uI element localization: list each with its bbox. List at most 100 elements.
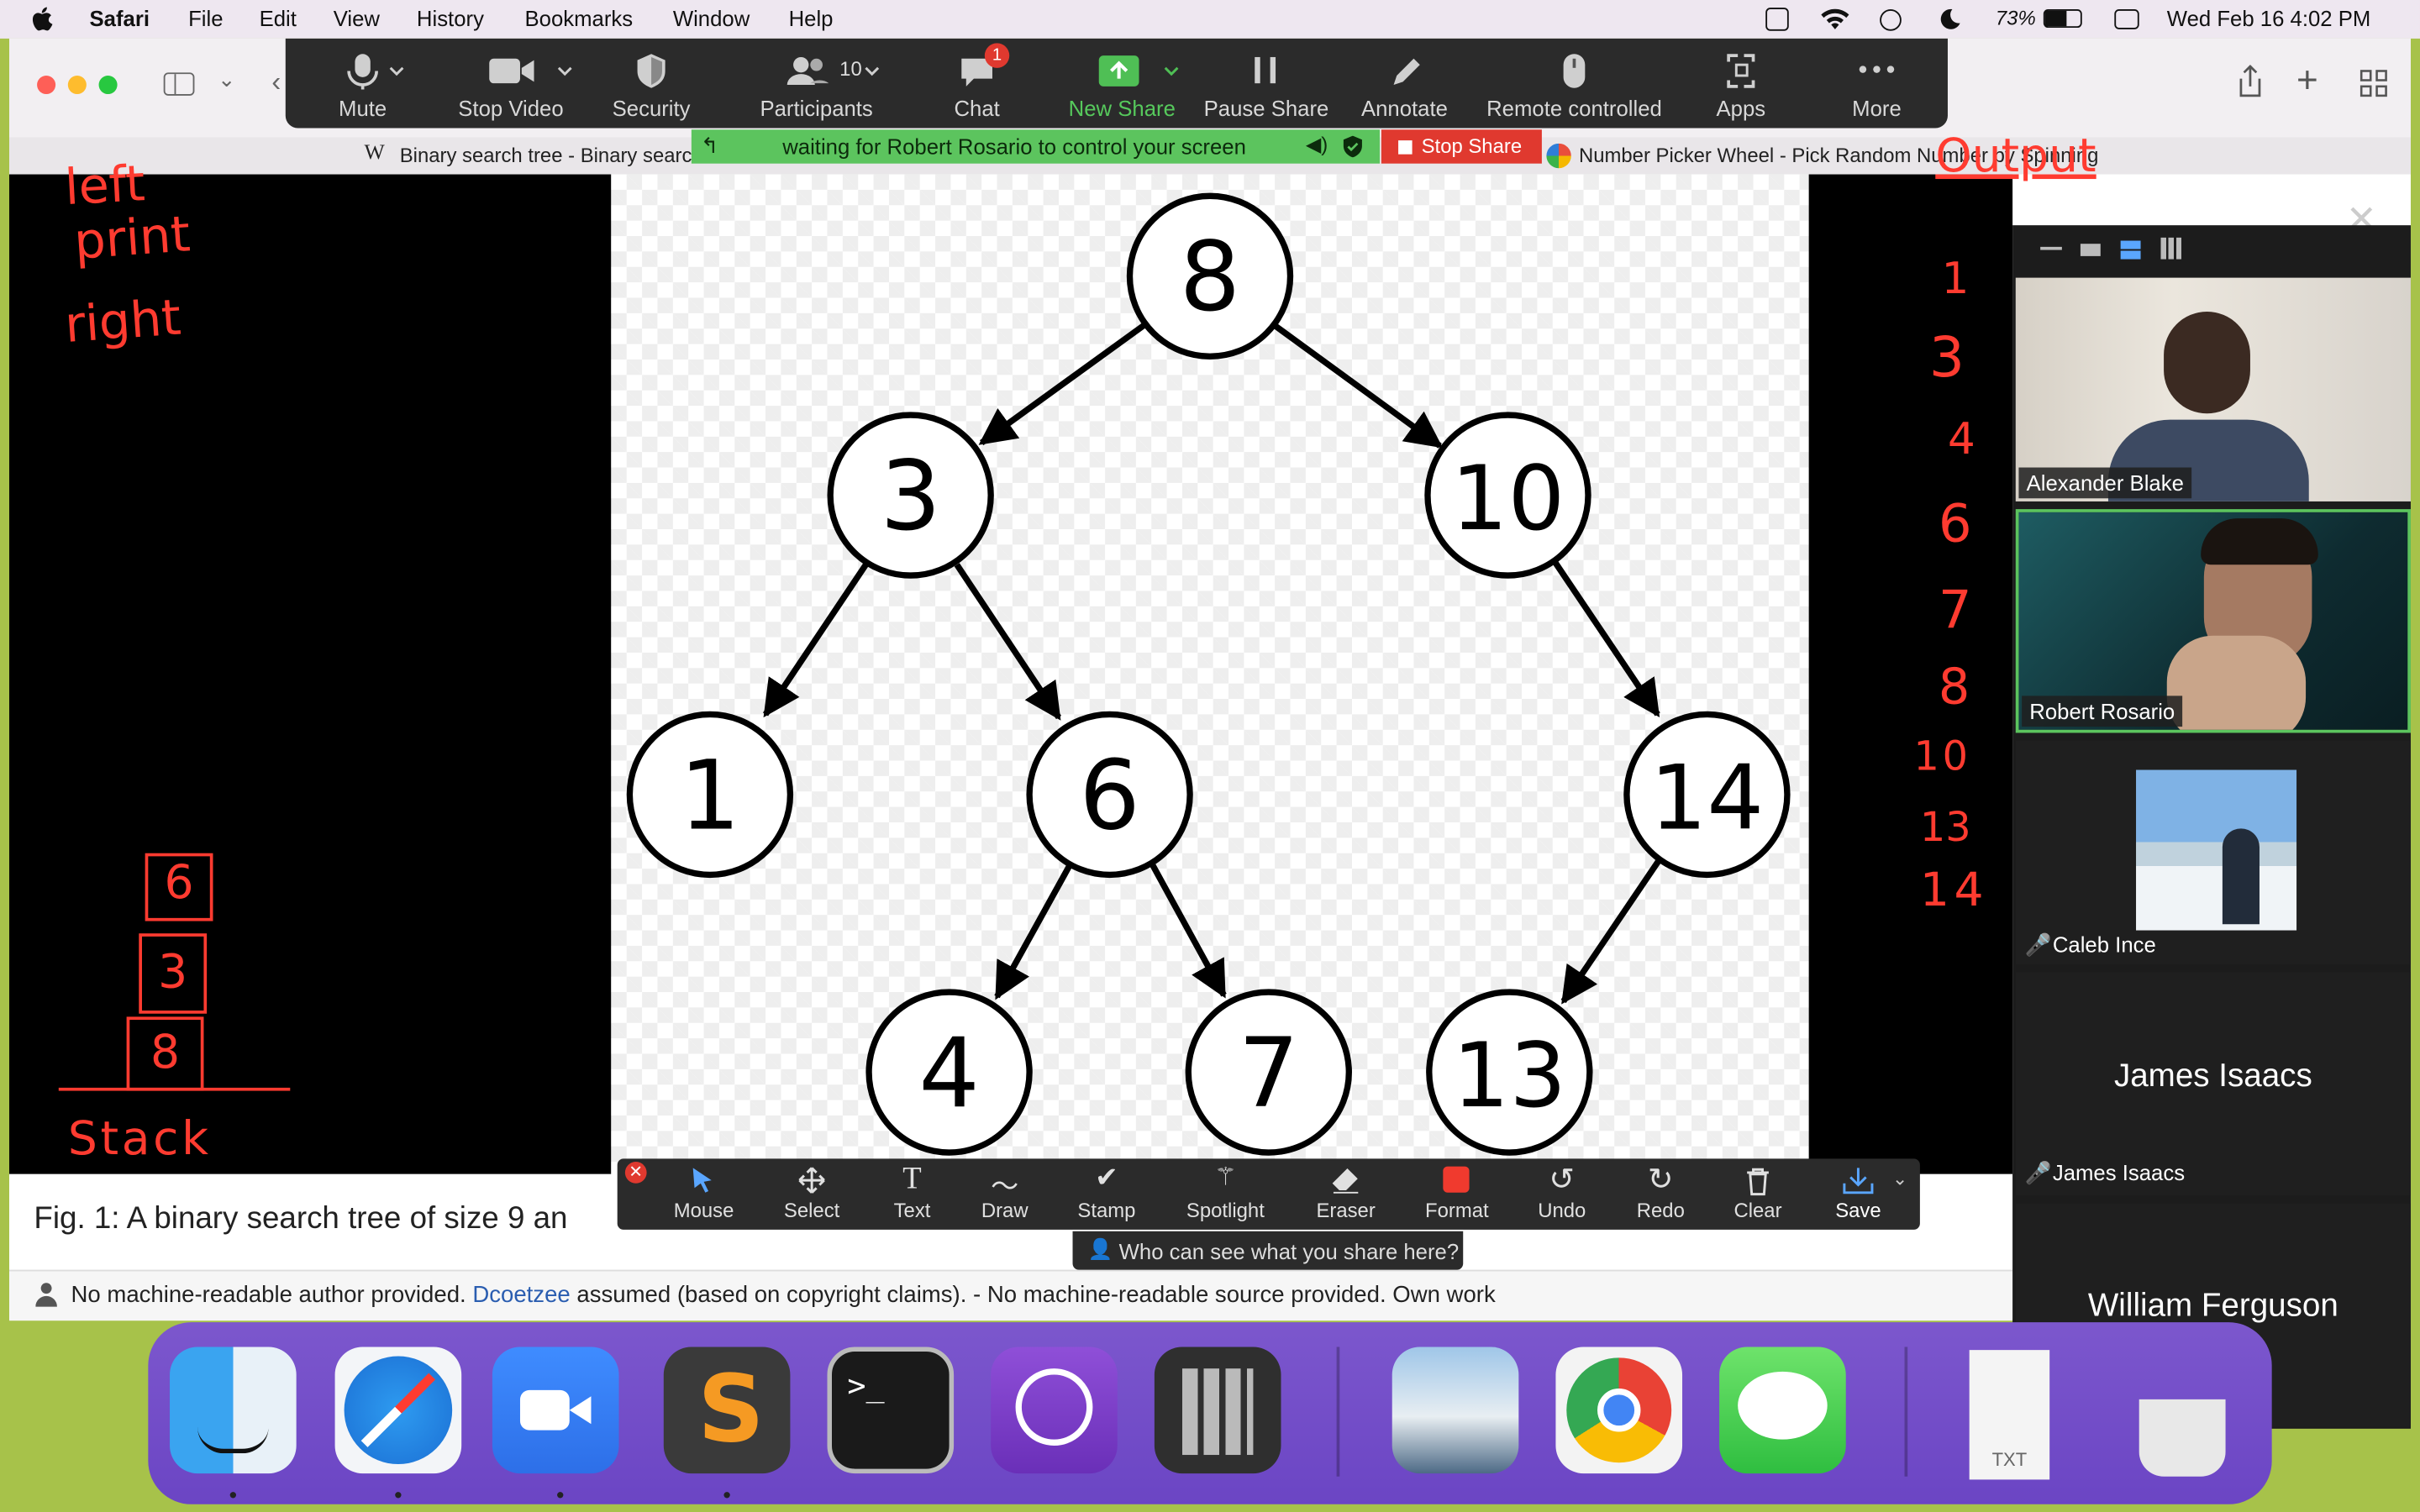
participant-tile-active-speaker[interactable]: Robert Rosario: [2015, 509, 2411, 733]
sublime-s-glyph: S: [697, 1356, 765, 1465]
preview-icon[interactable]: [1392, 1347, 1519, 1474]
stop-share-button[interactable]: Stop Share: [1381, 129, 1542, 164]
minimize-view-icon[interactable]: [2040, 246, 2062, 250]
speaker-view-icon[interactable]: [2080, 244, 2101, 256]
output-label: Output: [1935, 129, 2096, 184]
output-value: 3: [1928, 327, 1965, 391]
annotation-toolbar: ✕ Mouse Select T Text ～ Draw ✔ Stamp ⚚ S…: [617, 1158, 1920, 1230]
menu-view[interactable]: View: [334, 6, 380, 30]
pause-share-button[interactable]: Pause Share: [1204, 39, 1328, 129]
spotlight-tool[interactable]: ⚚ Spotlight: [1176, 1158, 1276, 1229]
battery-icon[interactable]: [2043, 9, 2082, 29]
running-indicator: [395, 1492, 402, 1499]
status-icon[interactable]: [1765, 8, 1789, 31]
wheel-favicon: [1546, 143, 1571, 169]
share-status-text: waiting for Robert Rosario to control yo…: [782, 134, 1246, 160]
shield-check-icon[interactable]: [1343, 135, 1363, 158]
text-file-icon[interactable]: TXT: [1969, 1350, 2050, 1480]
menu-bookmarks[interactable]: Bookmarks: [524, 6, 633, 30]
participant-tile[interactable]: 🎤 Caleb Ince: [2015, 740, 2411, 964]
tab-wikipedia[interactable]: W Binary search tree - Binary searc: [352, 137, 692, 174]
focus-moon-icon[interactable]: [1939, 8, 1962, 31]
participants-button[interactable]: 10 Participants: [745, 39, 887, 129]
strip-view-icon[interactable]: [2120, 240, 2141, 260]
dock-divider: [1904, 1347, 1908, 1477]
gallery-view-icon[interactable]: [2160, 237, 2183, 260]
minimize-window-button[interactable]: [67, 75, 87, 95]
more-button[interactable]: More: [1830, 39, 1923, 129]
clear-button[interactable]: Clear: [1721, 1158, 1795, 1229]
who-can-see-banner[interactable]: 👤 Who can see what you share here?: [1072, 1231, 1464, 1270]
close-window-button[interactable]: [37, 75, 56, 95]
tree-node-label: 4: [918, 1017, 979, 1129]
chrome-icon[interactable]: [1555, 1347, 1683, 1474]
github-desktop-icon[interactable]: [991, 1347, 1118, 1474]
stop-video-button[interactable]: Stop Video: [448, 39, 575, 129]
new-share-button[interactable]: New Share: [1057, 39, 1186, 129]
wikipedia-favicon: W: [364, 141, 385, 165]
participant-name-large: James Isaacs: [2113, 1058, 2312, 1095]
security-button[interactable]: Security: [605, 39, 697, 129]
edge-10-14: [1553, 561, 1660, 718]
mute-button[interactable]: Mute: [317, 39, 409, 129]
calculator-icon[interactable]: [1154, 1347, 1281, 1474]
sublime-text-icon[interactable]: S: [663, 1347, 791, 1474]
participant-tile[interactable]: Alexander Blake: [2015, 277, 2411, 501]
mouse-tool[interactable]: Mouse: [664, 1158, 744, 1229]
speaker-icon[interactable]: ◀): [1306, 133, 1328, 157]
participant-name-large: William Ferguson: [2087, 1288, 2338, 1324]
redo-icon: ↻: [1647, 1163, 1674, 1198]
eraser-tool[interactable]: Eraser: [1306, 1158, 1386, 1229]
save-button[interactable]: Save: [1821, 1158, 1895, 1229]
participant-tile[interactable]: James Isaacs 🎤 James Isaacs: [2015, 972, 2411, 1196]
apps-button[interactable]: Apps: [1695, 39, 1787, 129]
wifi-icon[interactable]: [1820, 8, 1851, 31]
menu-file[interactable]: File: [188, 6, 223, 30]
tree-diagram: 8 3 10 1 6 14 4 7 13: [626, 192, 1791, 1156]
terminal-icon[interactable]: >_: [827, 1347, 955, 1474]
output-value: 13: [1919, 805, 1971, 852]
screen-recording-icon[interactable]: [1880, 9, 1902, 31]
eraser-icon: [1332, 1168, 1359, 1194]
zoom-window-button[interactable]: [98, 75, 118, 95]
apple-icon[interactable]: [31, 6, 53, 32]
sidebar-toggle-icon[interactable]: [163, 72, 195, 96]
control-center-icon[interactable]: [2114, 9, 2139, 29]
share-icon[interactable]: [2236, 65, 2264, 98]
menu-app-name[interactable]: Safari: [90, 6, 150, 30]
running-indicator: [723, 1492, 730, 1499]
safari-icon[interactable]: [334, 1347, 462, 1474]
stamp-tool[interactable]: ✔ Stamp: [1068, 1158, 1145, 1229]
new-tab-icon[interactable]: +: [2296, 60, 2318, 103]
format-tool[interactable]: Format: [1417, 1158, 1497, 1229]
messages-icon[interactable]: [1719, 1347, 1846, 1474]
battery-percent: 73%: [1995, 6, 2036, 29]
undo-icon: ↺: [1549, 1163, 1576, 1198]
tree-node-label: 1: [680, 739, 740, 851]
tab-overview-icon[interactable]: [2360, 70, 2387, 97]
undo-button[interactable]: ↺ Undo: [1525, 1158, 1599, 1229]
annotate-button[interactable]: Annotate: [1358, 39, 1450, 129]
save-options-chevron-icon[interactable]: ⌄: [1892, 1168, 1907, 1189]
finder-icon[interactable]: [170, 1347, 297, 1474]
sidebar-chevron-icon[interactable]: ⌄: [218, 66, 236, 92]
menu-clock[interactable]: Wed Feb 16 4:02 PM: [2167, 6, 2371, 30]
back-icon[interactable]: ‹: [271, 66, 281, 99]
menu-help[interactable]: Help: [789, 6, 834, 30]
tree-node-label: 14: [1650, 746, 1765, 850]
chat-button[interactable]: 1 Chat: [931, 39, 1023, 129]
author-link[interactable]: Dcoetzee: [472, 1282, 570, 1308]
dock-divider: [1336, 1347, 1340, 1477]
select-tool[interactable]: Select: [771, 1158, 852, 1229]
trash-icon[interactable]: [2139, 1399, 2226, 1477]
menu-history[interactable]: History: [417, 6, 484, 30]
text-t-icon: T: [902, 1162, 922, 1196]
remote-control-button[interactable]: Remote controlled: [1481, 39, 1666, 129]
menu-window[interactable]: Window: [673, 6, 750, 30]
close-annotation-icon[interactable]: ✕: [624, 1162, 647, 1184]
draw-tool[interactable]: ～ Draw: [969, 1158, 1039, 1229]
text-tool[interactable]: T Text: [876, 1158, 947, 1229]
redo-button[interactable]: ↻ Redo: [1623, 1158, 1697, 1229]
menu-edit[interactable]: Edit: [260, 6, 297, 30]
zoom-app-icon[interactable]: [492, 1347, 619, 1474]
